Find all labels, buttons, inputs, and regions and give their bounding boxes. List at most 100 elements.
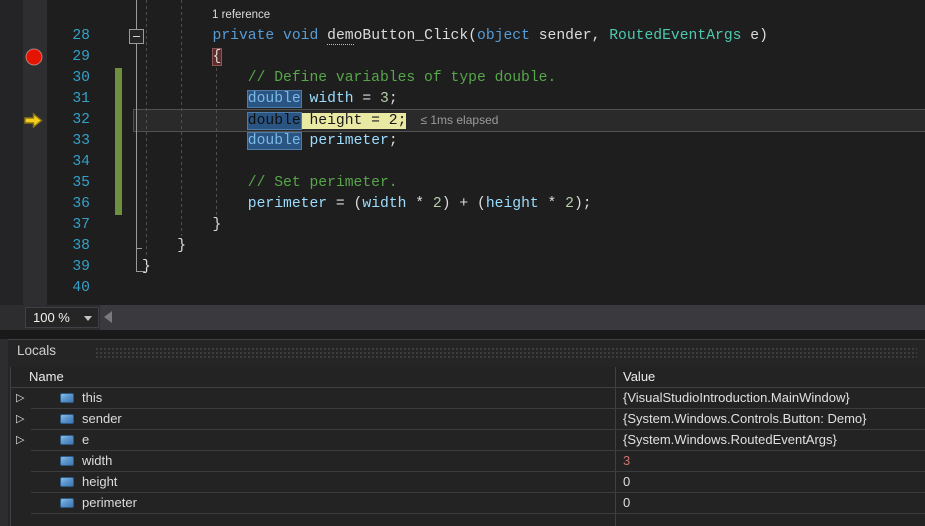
locals-grid[interactable]: Name Value ▷ this {VisualStudioIntroductio…	[10, 367, 925, 526]
locals-grid-header[interactable]: Name Value	[11, 367, 925, 388]
line-number[interactable]: 33	[56, 131, 90, 152]
code-token: double	[248, 113, 301, 129]
code-token	[142, 196, 248, 212]
code-token: object	[477, 28, 530, 44]
code-line[interactable]: double width = 3;	[142, 89, 398, 110]
line-number[interactable]: 27	[56, 0, 90, 7]
code-token	[142, 113, 248, 129]
row-separator	[31, 513, 925, 514]
locals-row[interactable]: ▷ this {VisualStudioIntroduction.MainWindo…	[11, 388, 925, 409]
code-token: height	[486, 196, 539, 212]
breakpoint-gutter[interactable]	[23, 0, 47, 305]
locals-row[interactable]: ▷ sender {System.Windows.Controls.Button: …	[11, 409, 925, 430]
code-token: 2	[565, 196, 574, 212]
code-token	[318, 28, 327, 44]
locals-window: Locals Name Value ▷ this {VisualStudioIntr…	[8, 339, 925, 526]
scroll-left-arrow-icon[interactable]	[104, 311, 112, 323]
code-editor[interactable]: 27 28293031323334353637383940 1 reference…	[0, 0, 925, 305]
code-token: // Set perimeter.	[248, 175, 398, 191]
code-line[interactable]: }	[142, 257, 151, 278]
code-token: );	[574, 196, 592, 212]
variable-name[interactable]: e	[82, 432, 89, 447]
line-number[interactable]: 39	[56, 257, 90, 278]
code-token: 1 reference	[212, 9, 270, 21]
line-number[interactable]: 31	[56, 89, 90, 110]
code-token: sender,	[530, 28, 609, 44]
codelens-references[interactable]: 1 reference	[142, 5, 270, 26]
code-token: RoutedEventArgs	[609, 28, 741, 44]
pane-divider[interactable]	[0, 330, 925, 339]
editor-left-rail	[0, 0, 23, 305]
code-token	[142, 28, 213, 44]
code-token: height = 2;	[301, 113, 407, 129]
variable-name[interactable]: height	[82, 474, 117, 489]
code-line[interactable]: perimeter = (width * 2) + (height * 2);	[142, 194, 592, 215]
column-header-value[interactable]: Value	[623, 369, 655, 384]
field-icon	[60, 435, 74, 445]
change-tracking-bar	[115, 68, 122, 215]
variable-value[interactable]: {VisualStudioIntroduction.MainWindow}	[623, 390, 850, 405]
line-number[interactable]: 32	[56, 110, 90, 131]
code-token: }	[142, 259, 151, 275]
code-token	[142, 175, 248, 191]
line-number[interactable]: 36	[56, 194, 90, 215]
field-icon	[60, 477, 74, 487]
variable-name[interactable]: perimeter	[82, 495, 137, 510]
title-drag-grip[interactable]	[95, 347, 917, 358]
code-line[interactable]: {	[142, 47, 221, 68]
line-number[interactable]: 30	[56, 68, 90, 89]
horizontal-scrollbar[interactable]	[100, 305, 925, 330]
expand-arrow-icon[interactable]: ▷	[16, 391, 24, 404]
variable-value[interactable]: 0	[623, 474, 630, 489]
line-number-margin[interactable]: 27 28293031323334353637383940	[56, 0, 90, 305]
line-number[interactable]: 34	[56, 152, 90, 173]
column-header-name[interactable]: Name	[29, 369, 64, 384]
variable-name[interactable]: this	[82, 390, 102, 405]
variable-value[interactable]: 3	[623, 453, 630, 468]
locals-row[interactable]: width 3	[11, 451, 925, 472]
locals-row[interactable]: perimeter 0	[11, 493, 925, 514]
code-token	[142, 70, 248, 86]
code-token: width	[310, 91, 354, 107]
code-token: 2	[433, 196, 442, 212]
variable-value[interactable]: 0	[623, 495, 630, 510]
line-number[interactable]: 28	[56, 26, 90, 47]
locals-row[interactable]: height 0	[11, 472, 925, 493]
line-number[interactable]: 40	[56, 278, 90, 299]
code-token: double	[248, 91, 301, 107]
code-line[interactable]: double height = 2;≤ 1ms elapsed	[142, 110, 498, 131]
code-token: ) + (	[442, 196, 486, 212]
variable-value[interactable]: {System.Windows.Controls.Button: Demo}	[623, 411, 867, 426]
line-number[interactable]: 35	[56, 173, 90, 194]
variable-name[interactable]: width	[82, 453, 112, 468]
expand-arrow-icon[interactable]: ▷	[16, 412, 24, 425]
variable-value[interactable]: {System.Windows.RoutedEventArgs}	[623, 432, 837, 447]
chevron-down-icon	[84, 316, 92, 321]
code-token	[301, 133, 310, 149]
locals-row[interactable]: ▷ e {System.Windows.RoutedEventArgs}	[11, 430, 925, 451]
code-token	[301, 91, 310, 107]
code-token: private	[213, 28, 275, 44]
expand-arrow-icon[interactable]: ▷	[16, 433, 24, 446]
code-token: perimeter	[310, 133, 389, 149]
code-token: = (	[327, 196, 362, 212]
code-token: void	[283, 28, 318, 44]
code-line[interactable]: }	[142, 236, 186, 257]
line-number[interactable]: 37	[56, 215, 90, 236]
line-number[interactable]: 29	[56, 47, 90, 68]
locals-window-title[interactable]: Locals	[17, 343, 56, 358]
variable-name[interactable]: sender	[82, 411, 122, 426]
breakpoint-icon[interactable]	[25, 48, 43, 66]
code-text-area[interactable]: 1 reference private void demoButton_Clic…	[142, 0, 925, 305]
code-line[interactable]: private void demoButton_Click(object sen…	[142, 26, 768, 47]
window-left-rail	[0, 339, 8, 526]
code-token: *	[406, 196, 432, 212]
zoom-level-dropdown[interactable]: 100 %	[25, 307, 99, 328]
code-token: ;	[389, 91, 398, 107]
current-statement-arrow-icon[interactable]	[24, 112, 43, 129]
line-number[interactable]: 38	[56, 236, 90, 257]
code-line[interactable]: // Set perimeter.	[142, 173, 398, 194]
code-line[interactable]: // Define variables of type double.	[142, 68, 556, 89]
code-line[interactable]: }	[142, 215, 221, 236]
code-line[interactable]: double perimeter;	[142, 131, 398, 152]
